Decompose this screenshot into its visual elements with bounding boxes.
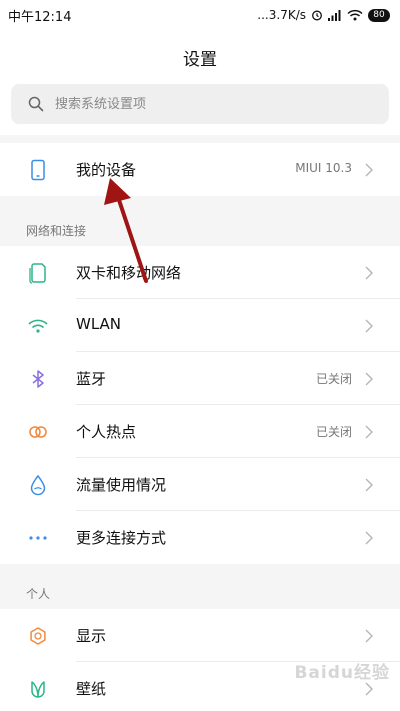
settings-row-label: 双卡和移动网络 (76, 264, 182, 282)
chevron-right-icon (365, 531, 373, 545)
alarm-icon (312, 10, 322, 21)
search-input[interactable] (55, 84, 375, 124)
status-icons: ...3.7K/s 80 (257, 5, 390, 25)
sun-icon (30, 627, 46, 645)
wifi-status-icon (347, 9, 363, 21)
settings-row-dual-sim[interactable]: 双卡和移动网络 (0, 246, 400, 299)
chevron-right-icon (365, 478, 373, 492)
chevron-right-icon (365, 425, 373, 439)
search-bar[interactable] (11, 84, 389, 124)
settings-row-label: 流量使用情况 (76, 476, 167, 494)
hotspot-icon (29, 426, 47, 438)
chevron-right-icon (365, 372, 373, 386)
chevron-right-icon (365, 682, 373, 696)
settings-row-label: 我的设备 (76, 161, 137, 179)
watermark-logo: Baidu经验 (294, 663, 390, 683)
status-bar: 中午12:14 ...3.7K/s 80 (0, 0, 400, 30)
settings-row-status: MIUI 10.3 (295, 161, 352, 175)
settings-row-display[interactable]: 显示 (0, 609, 400, 662)
phone-icon (31, 159, 45, 181)
chevron-right-icon (365, 629, 373, 643)
settings-row-more-connections[interactable]: 更多连接方式 (0, 511, 400, 564)
settings-row-wlan[interactable]: WLAN (0, 299, 400, 352)
chevron-right-icon (365, 319, 373, 333)
bluetooth-icon (32, 370, 44, 388)
settings-row-data-usage[interactable]: 流量使用情况 (0, 458, 400, 511)
battery-icon: 80 (368, 8, 390, 22)
signal-icon (328, 10, 341, 21)
section-title-network: 网络和连接 (26, 224, 87, 238)
section-title-personal: 个人 (26, 587, 51, 601)
chevron-right-icon (365, 163, 373, 177)
page-header: 设置 (0, 30, 400, 135)
settings-row-label: 壁纸 (76, 680, 107, 698)
settings-row-label: WLAN (76, 315, 122, 333)
water-drop-icon (30, 474, 46, 496)
settings-row-label: 更多连接方式 (76, 529, 167, 547)
sim-card-icon (29, 263, 46, 284)
search-icon (28, 96, 44, 112)
settings-row-my-device[interactable]: 我的设备 MIUI 10.3 (0, 143, 400, 196)
wifi-icon (28, 319, 48, 333)
settings-row-hotspot[interactable]: 个人热点 已关闭 (0, 405, 400, 458)
settings-row-bluetooth[interactable]: 蓝牙 已关闭 (0, 352, 400, 405)
settings-row-label: 蓝牙 (76, 370, 107, 388)
settings-row-label: 显示 (76, 627, 107, 645)
wallpaper-icon (31, 681, 45, 698)
chevron-right-icon (365, 266, 373, 280)
more-dots-icon (29, 536, 47, 540)
network-speed: ...3.7K/s (257, 8, 306, 22)
page-title: 设置 (183, 50, 217, 70)
settings-row-label: 个人热点 (76, 423, 137, 441)
settings-row-status: 已关闭 (315, 425, 352, 439)
status-time: 中午12:14 (8, 10, 72, 25)
settings-row-status: 已关闭 (315, 372, 352, 386)
